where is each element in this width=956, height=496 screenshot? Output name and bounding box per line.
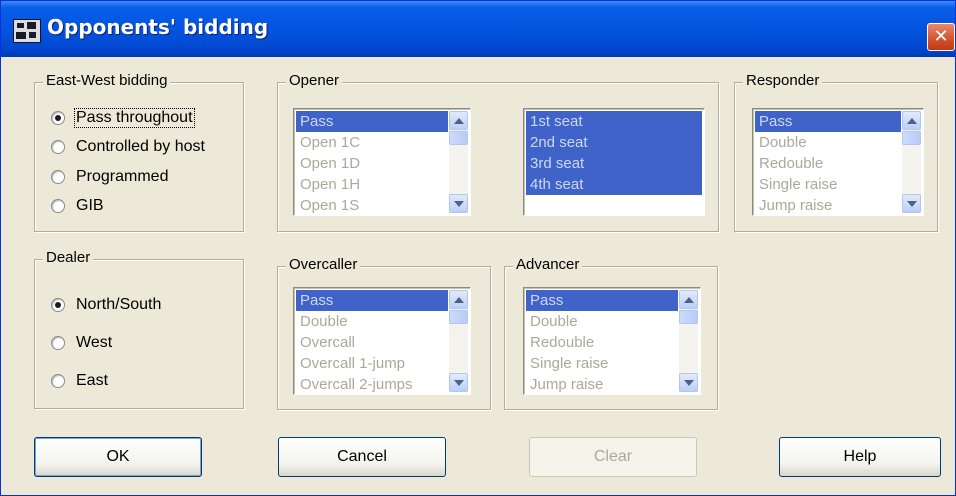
bridge-app-icon (13, 19, 41, 43)
list-items: Pass Open 1C Open 1D Open 1H Open 1S (296, 111, 448, 213)
list-item[interactable]: Jump raise (526, 374, 678, 392)
radio-label: Controlled by host (76, 138, 205, 155)
advancer-bid-list[interactable]: Pass Double Redouble Single raise Jump r… (523, 287, 701, 395)
east-west-bidding-group: East-West bidding Pass throughout Contro… (34, 72, 244, 232)
radio-label: West (76, 334, 113, 351)
radio-label: East (76, 372, 109, 389)
help-button[interactable]: Help (779, 437, 941, 477)
dealer-label: Dealer (43, 249, 94, 266)
dealer-group: Dealer North/South West East (34, 249, 244, 409)
list-item[interactable]: Open 1S (296, 195, 448, 213)
close-icon: ✕ (933, 26, 949, 47)
list-item[interactable]: Open 1D (296, 153, 448, 174)
help-button-label: Help (843, 448, 877, 465)
list-item[interactable]: Overcall 2-jumps (296, 374, 448, 392)
list-item[interactable]: Jump raise (755, 195, 901, 213)
ok-button[interactable]: OK (34, 437, 202, 477)
radio-indicator-checked (51, 298, 65, 312)
overcaller-bid-list[interactable]: Pass Double Overcall Overcall 1-jump Ove… (293, 287, 471, 395)
radio-indicator (51, 170, 65, 184)
scroll-up-icon[interactable] (449, 111, 468, 130)
scrollbar[interactable] (449, 111, 468, 213)
radio-north-south[interactable]: North/South (51, 294, 162, 316)
radio-label: Programmed (76, 168, 169, 185)
opponents-bidding-dialog: Opponents' bidding ✕ East-West bidding P… (0, 0, 956, 496)
list-items: Pass Double Redouble Single raise Jump r… (526, 290, 678, 392)
list-item[interactable]: 1st seat (526, 111, 702, 132)
list-item[interactable]: Open 1C (296, 132, 448, 153)
scroll-up-icon[interactable] (902, 111, 921, 130)
list-item[interactable]: Double (526, 311, 678, 332)
list-item[interactable]: Overcall (296, 332, 448, 353)
opener-label: Opener (286, 72, 343, 89)
radio-pass-throughout[interactable]: Pass throughout (51, 107, 195, 129)
scroll-up-icon[interactable] (449, 290, 468, 309)
list-item[interactable]: Double (755, 132, 901, 153)
radio-east[interactable]: East (51, 370, 109, 392)
radio-indicator (51, 374, 65, 388)
advancer-group: Advancer Pass Double Redouble Single rai… (504, 256, 718, 410)
ok-button-label: OK (106, 448, 130, 465)
radio-indicator (51, 199, 65, 213)
clear-button[interactable]: Clear (529, 437, 697, 477)
scrollbar-thumb[interactable] (449, 310, 468, 324)
cancel-button-label: Cancel (337, 448, 387, 465)
list-items: 1st seat 2nd seat 3rd seat 4th seat (526, 111, 702, 213)
title-bar[interactable]: Opponents' bidding ✕ (1, 1, 955, 57)
scrollbar-thumb[interactable] (902, 131, 921, 145)
clear-button-label: Clear (593, 448, 633, 465)
list-item[interactable]: Pass (296, 111, 448, 132)
opener-group: Opener Pass Open 1C Open 1D Open 1H Open… (277, 72, 719, 232)
radio-indicator (51, 336, 65, 350)
responder-bid-list[interactable]: Pass Double Redouble Single raise Jump r… (752, 108, 924, 216)
window-title: Opponents' bidding (47, 15, 269, 39)
list-item[interactable]: Single raise (526, 353, 678, 374)
list-item[interactable]: Redouble (526, 332, 678, 353)
list-item[interactable]: Pass (755, 111, 901, 132)
list-item[interactable]: Overcall 1-jump (296, 353, 448, 374)
opener-bid-list[interactable]: Pass Open 1C Open 1D Open 1H Open 1S (293, 108, 471, 216)
scroll-up-icon[interactable] (679, 290, 698, 309)
advancer-label: Advancer (513, 256, 583, 273)
scrollbar-thumb[interactable] (449, 131, 468, 145)
scrollbar[interactable] (449, 290, 468, 392)
list-items: Pass Double Redouble Single raise Jump r… (755, 111, 901, 213)
radio-label: Pass throughout (74, 108, 195, 128)
radio-controlled-by-host[interactable]: Controlled by host (51, 136, 206, 158)
radio-indicator (51, 140, 65, 154)
list-item[interactable]: 3rd seat (526, 153, 702, 174)
scroll-down-icon[interactable] (449, 194, 468, 213)
radio-gib[interactable]: GIB (51, 195, 105, 217)
opener-seat-list[interactable]: 1st seat 2nd seat 3rd seat 4th seat (523, 108, 705, 216)
list-item[interactable]: Double (296, 311, 448, 332)
radio-indicator-checked (51, 111, 65, 125)
list-items: Pass Double Overcall Overcall 1-jump Ove… (296, 290, 448, 392)
scrollbar[interactable] (902, 111, 921, 213)
scroll-down-icon[interactable] (679, 373, 698, 392)
cancel-button[interactable]: Cancel (278, 437, 446, 477)
list-item[interactable]: Single raise (755, 174, 901, 195)
radio-label: GIB (76, 197, 104, 214)
overcaller-label: Overcaller (286, 256, 361, 273)
list-item[interactable]: Pass (296, 290, 448, 311)
list-item[interactable]: Redouble (755, 153, 901, 174)
east-west-bidding-label: East-West bidding (43, 72, 171, 89)
scrollbar-thumb[interactable] (679, 310, 698, 324)
responder-group: Responder Pass Double Redouble Single ra… (734, 72, 938, 232)
radio-programmed[interactable]: Programmed (51, 166, 169, 188)
scroll-down-icon[interactable] (449, 373, 468, 392)
list-item[interactable]: Pass (526, 290, 678, 311)
list-item[interactable]: Open 1H (296, 174, 448, 195)
responder-label: Responder (743, 72, 823, 89)
list-item[interactable]: 4th seat (526, 174, 702, 195)
scroll-down-icon[interactable] (902, 194, 921, 213)
overcaller-group: Overcaller Pass Double Overcall Overcall… (277, 256, 491, 410)
radio-label: North/South (76, 296, 162, 313)
list-item[interactable]: 2nd seat (526, 132, 702, 153)
radio-west[interactable]: West (51, 332, 113, 354)
close-button[interactable]: ✕ (927, 23, 955, 51)
scrollbar[interactable] (679, 290, 698, 392)
